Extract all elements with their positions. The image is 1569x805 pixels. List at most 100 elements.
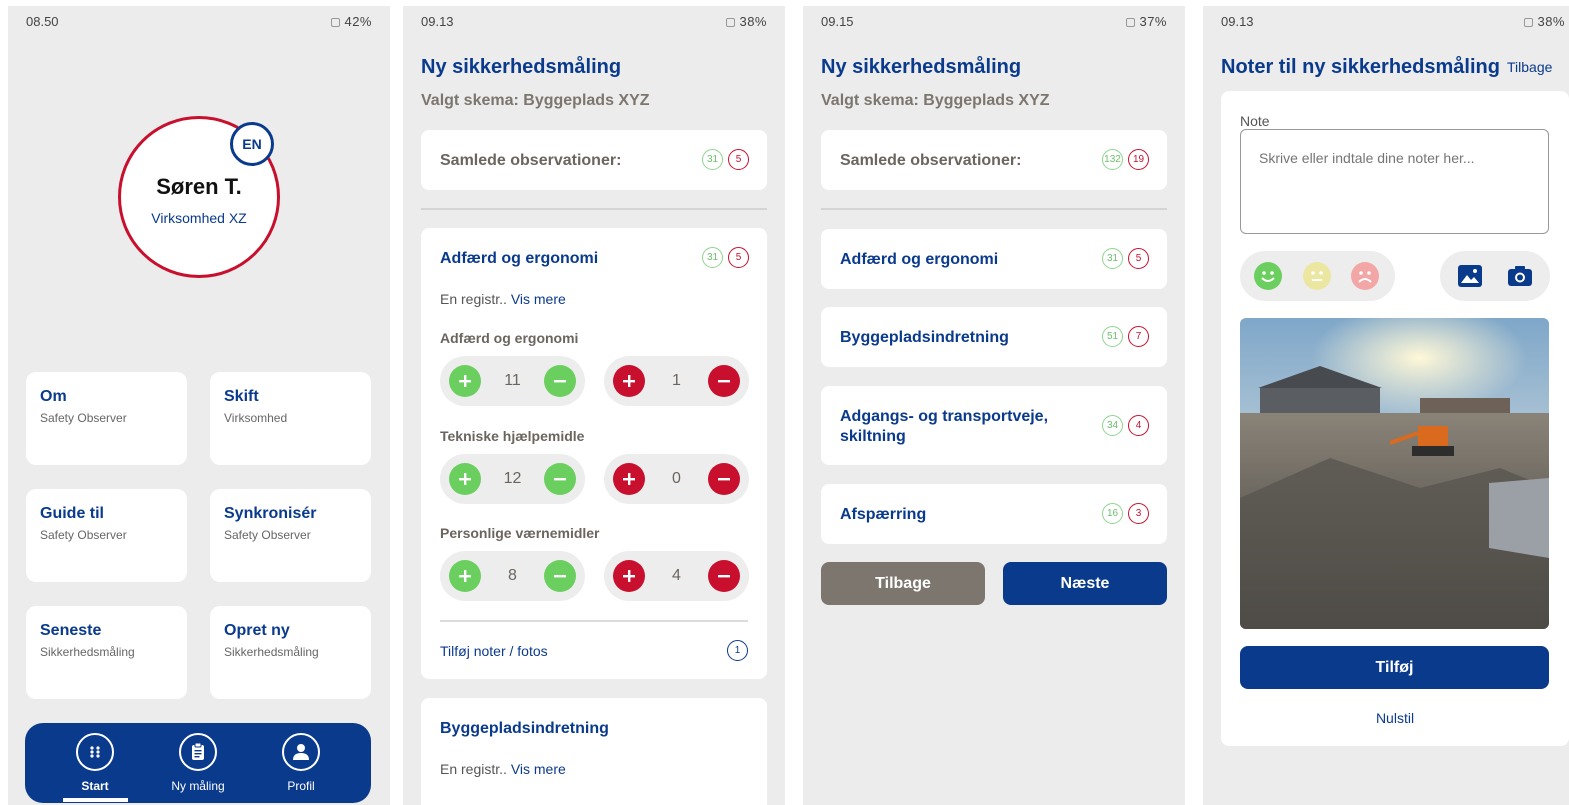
- tile-create-new[interactable]: Opret ny Sikkerhedsmåling: [210, 606, 371, 699]
- nav-new-measurement[interactable]: Ny måling: [158, 733, 238, 793]
- negative-count-badge: 5: [728, 247, 749, 268]
- negative-counter: 1: [604, 356, 749, 406]
- back-link[interactable]: Tilbage: [1507, 59, 1552, 75]
- negative-count-badge: 5: [1128, 248, 1149, 269]
- nav-start[interactable]: Start: [55, 733, 135, 793]
- measurement-overview-screen: 09.15 37% Ny sikkerhedsmåling Valgt skem…: [803, 6, 1185, 805]
- total-label: Samlede observationer:: [840, 152, 1022, 169]
- positive-count-badge: 16: [1102, 503, 1123, 524]
- add-notes-photos-link[interactable]: Tilføj noter / fotos: [440, 643, 548, 659]
- tile-subtitle: Safety Observer: [40, 528, 127, 542]
- page-title: Ny sikkerhedsmåling: [421, 56, 622, 78]
- positive-counter: 12: [440, 454, 585, 504]
- note-count-badge: 1: [727, 640, 748, 661]
- nav-profile[interactable]: Profil: [261, 733, 341, 793]
- back-button[interactable]: Tilbage: [821, 562, 985, 605]
- page-title: Ny sikkerhedsmåling: [821, 56, 1022, 78]
- tile-subtitle: Sikkerhedsmåling: [224, 645, 319, 659]
- neutral-face-icon[interactable]: [1303, 262, 1331, 290]
- negative-count: 1: [672, 372, 681, 389]
- tile-title: Seneste: [40, 622, 102, 639]
- add-button[interactable]: Tilføj: [1240, 646, 1549, 689]
- total-observations-card: Samlede observationer: 31 5: [421, 130, 767, 190]
- note-input[interactable]: [1240, 129, 1549, 234]
- section-card[interactable]: Byggepladsindretning 51 7: [821, 307, 1167, 367]
- attached-photo[interactable]: [1240, 318, 1549, 629]
- divider: [421, 208, 767, 210]
- nav-label: Profil: [287, 779, 315, 793]
- nav-label: Start: [81, 779, 109, 793]
- row-label: Adfærd og ergonomi: [440, 330, 579, 346]
- negative-count-badge: 19: [1128, 149, 1149, 170]
- positive-counter: 8: [440, 551, 585, 601]
- section-card: Byggepladsindretning: [421, 698, 767, 805]
- show-more-link[interactable]: Vis mere: [511, 761, 566, 777]
- section-title: Byggepladsindretning: [840, 329, 1009, 346]
- bottom-navigation: Start Ny måling Profil: [25, 723, 371, 803]
- tile-switch-company[interactable]: Skift Virksomhed: [210, 372, 371, 465]
- notes-screen: 09.13 38% Noter til ny sikkerhedsmåling …: [1203, 6, 1569, 805]
- negative-decrement-button[interactable]: [708, 560, 740, 592]
- negative-increment-button[interactable]: [613, 365, 645, 397]
- negative-count: 0: [672, 470, 681, 487]
- row-label: Tekniske hjælpemidle: [440, 428, 585, 444]
- section-card[interactable]: Afspærring 16 3: [821, 484, 1167, 544]
- negative-count-badge: 7: [1128, 326, 1149, 347]
- negative-counter: 0: [604, 454, 749, 504]
- sad-face-icon[interactable]: [1351, 262, 1379, 290]
- section-title[interactable]: Byggepladsindretning: [440, 720, 609, 738]
- negative-counter: 4: [604, 551, 749, 601]
- gallery-icon[interactable]: [1457, 264, 1483, 288]
- section-title[interactable]: Adfærd og ergonomi: [440, 250, 598, 268]
- status-time: 09.15: [821, 14, 854, 29]
- show-more-link[interactable]: Vis mere: [511, 291, 566, 307]
- tile-about[interactable]: Om Safety Observer: [26, 372, 187, 465]
- section-card[interactable]: Adgangs- og transportveje, skiltning 34 …: [821, 386, 1167, 465]
- section-description: En registr.. Vis mere: [440, 761, 566, 777]
- happy-face-icon[interactable]: [1254, 262, 1282, 290]
- status-time: 09.13: [1221, 14, 1254, 29]
- camera-icon[interactable]: [1507, 264, 1533, 288]
- selected-schema: Valgt skema: Byggeplads XYZ: [821, 92, 1050, 109]
- battery-level: 37%: [1139, 14, 1167, 29]
- negative-decrement-button[interactable]: [708, 365, 740, 397]
- tile-subtitle: Virksomhed: [224, 411, 288, 425]
- positive-count-badge: 34: [1102, 415, 1123, 436]
- tile-latest[interactable]: Seneste Sikkerhedsmåling: [26, 606, 187, 699]
- positive-decrement-button[interactable]: [544, 560, 576, 592]
- status-bar: 08.50 42%: [8, 6, 390, 36]
- tile-guide[interactable]: Guide til Safety Observer: [26, 489, 187, 582]
- divider: [440, 620, 748, 622]
- battery-level: 38%: [1537, 14, 1565, 29]
- section-title: Afspærring: [840, 506, 927, 523]
- positive-increment-button[interactable]: [449, 365, 481, 397]
- positive-decrement-button[interactable]: [544, 463, 576, 495]
- negative-increment-button[interactable]: [613, 463, 645, 495]
- tile-subtitle: Safety Observer: [40, 411, 127, 425]
- next-button[interactable]: Næste: [1003, 562, 1167, 605]
- section-card[interactable]: Adfærd og ergonomi 31 5: [821, 229, 1167, 289]
- reset-link[interactable]: Nulstil: [1221, 710, 1569, 726]
- section-title: Adgangs- og transportveje, skiltning: [840, 408, 1049, 445]
- positive-count-badge: 31: [702, 247, 723, 268]
- positive-increment-button[interactable]: [449, 463, 481, 495]
- active-tab-indicator: [63, 798, 128, 802]
- user-icon: [282, 733, 320, 771]
- tile-title: Guide til: [40, 505, 104, 522]
- status-bar: 09.13 38%: [1203, 6, 1569, 36]
- grid-icon: [76, 733, 114, 771]
- positive-count-badge: 31: [1102, 248, 1123, 269]
- tile-title: Opret ny: [224, 622, 290, 639]
- positive-count-badge: 132: [1102, 149, 1123, 170]
- negative-decrement-button[interactable]: [708, 463, 740, 495]
- negative-increment-button[interactable]: [613, 560, 645, 592]
- positive-increment-button[interactable]: [449, 560, 481, 592]
- home-screen: 08.50 42% Søren T. Virksomhed XZ EN Om S…: [8, 6, 390, 805]
- tile-subtitle: Sikkerhedsmåling: [40, 645, 135, 659]
- tile-sync[interactable]: Synkronisér Safety Observer: [210, 489, 371, 582]
- language-badge[interactable]: EN: [230, 122, 274, 166]
- positive-count: 12: [503, 470, 522, 487]
- positive-decrement-button[interactable]: [544, 365, 576, 397]
- status-time: 09.13: [421, 14, 454, 29]
- total-label: Samlede observationer:: [440, 152, 622, 169]
